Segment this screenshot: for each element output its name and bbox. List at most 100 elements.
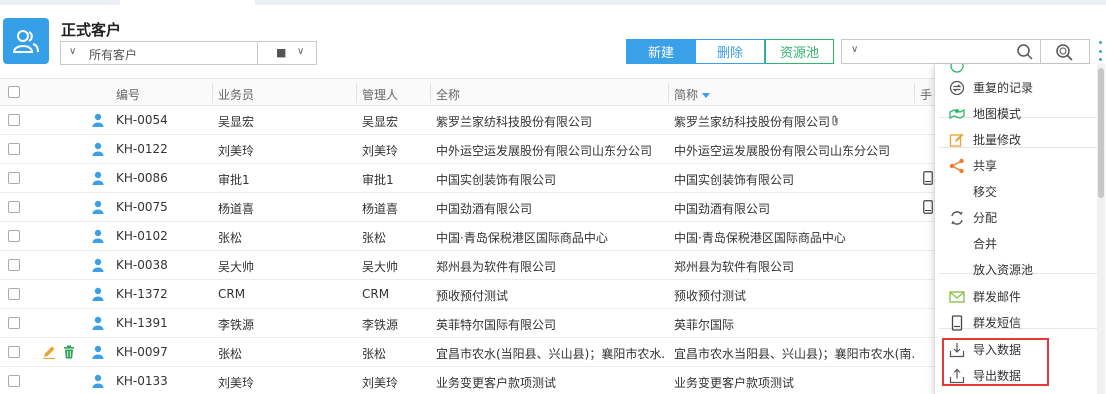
menu-item-label: 重复的记录 — [973, 81, 1034, 95]
action-buttons: 新建 删除 资源池 — [626, 39, 834, 64]
cell-code[interactable]: KH-1372 — [116, 287, 210, 301]
cell-code[interactable]: KH-0075 — [116, 200, 210, 214]
row-checkbox[interactable] — [8, 230, 20, 242]
cell-code[interactable]: KH-0102 — [116, 229, 210, 243]
import-export-highlight — [942, 338, 1049, 386]
column-header-salesperson[interactable]: 业务员 — [218, 86, 254, 103]
row-checkbox[interactable] — [8, 288, 20, 300]
cell-salesperson: 吴显宏 — [218, 115, 255, 129]
menu-item-assign[interactable]: 分配 — [935, 204, 1106, 230]
menu-item-share[interactable]: 共享 — [935, 152, 1106, 178]
select-all-checkbox[interactable] — [8, 86, 20, 98]
advanced-search-button[interactable] — [1041, 39, 1090, 64]
menu-item-label: 共享 — [973, 159, 998, 173]
menu-item-action-6[interactable]: 合并 — [935, 230, 1106, 256]
row-checkbox[interactable] — [8, 201, 20, 213]
search-input[interactable]: ∨ — [841, 39, 1041, 64]
resource-pool-button[interactable]: 资源池 — [765, 39, 834, 64]
menu-item-mail[interactable]: 群发邮件 — [935, 283, 1106, 309]
cell-manager: 刘美玲 — [362, 376, 399, 390]
cell-manager: 审批1 — [362, 173, 394, 187]
batch-edit-icon — [949, 132, 965, 148]
menu-item-label: 群发短信 — [973, 316, 1022, 330]
cell-salesperson: CRM — [218, 287, 246, 301]
cell-manager: 杨道喜 — [362, 202, 399, 216]
person-icon — [92, 142, 104, 159]
cell-code[interactable]: KH-0054 — [116, 113, 210, 127]
menu-item-action-4[interactable]: 移交 — [935, 178, 1106, 204]
row-checkbox[interactable] — [8, 375, 20, 387]
cell-code[interactable]: KH-0133 — [116, 374, 210, 388]
sms-icon — [949, 315, 965, 331]
row-checkbox[interactable] — [8, 114, 20, 126]
column-header-phone[interactable]: 手 — [920, 86, 932, 103]
attachment-icon[interactable] — [831, 115, 839, 129]
cell-manager: 刘美玲 — [362, 144, 399, 158]
chevron-down-icon: ∨ — [69, 46, 77, 57]
column-header-short-name[interactable]: 简称 — [674, 86, 711, 103]
cell-salesperson: 李铁源 — [218, 318, 255, 332]
cell-code[interactable]: KH-0097 — [116, 345, 210, 359]
duplicate-icon — [949, 80, 965, 96]
row-checkbox[interactable] — [8, 346, 20, 358]
cell-short-name: 中国实创装饰有限公司 — [674, 173, 795, 187]
phone-icon[interactable] — [923, 171, 933, 188]
cell-full-name: 中国·青岛保税港区国际商品中心 — [436, 231, 608, 245]
cell-short-name: 中国劲酒有限公司 — [674, 202, 771, 216]
menu-item-duplicate[interactable]: 重复的记录 — [935, 74, 1106, 100]
cell-manager: 吴大帅 — [362, 260, 399, 274]
row-checkbox[interactable] — [8, 172, 20, 184]
partial-icon — [949, 64, 965, 74]
cell-manager: 李铁源 — [362, 318, 399, 332]
advanced-search-icon — [1056, 43, 1073, 61]
cell-salesperson: 张松 — [218, 231, 243, 245]
scrollbar-thumb[interactable] — [1098, 68, 1104, 198]
cell-full-name: 郑州县为软件有限公司 — [436, 260, 557, 274]
cell-manager: 张松 — [362, 347, 387, 361]
new-button[interactable]: 新建 — [626, 39, 696, 64]
cell-manager: 吴显宏 — [362, 115, 399, 129]
menu-item-map[interactable]: 地图模式 — [935, 100, 1106, 126]
cell-full-name: 中国实创装饰有限公司 — [436, 173, 557, 187]
customer-filter-select[interactable]: ∨ 所有客户 ■ ∨ — [60, 41, 317, 65]
cell-code[interactable]: KH-1391 — [116, 316, 210, 330]
person-icon — [92, 374, 104, 391]
cell-salesperson: 吴大帅 — [218, 260, 255, 274]
delete-button[interactable]: 删除 — [696, 39, 765, 64]
scrollbar[interactable] — [1097, 64, 1105, 394]
person-icon — [92, 258, 104, 275]
cell-manager: CRM — [362, 287, 390, 301]
chevron-down-icon[interactable]: ∨ — [297, 46, 304, 57]
cell-short-name: 中外运空运发展股份有限公司山东分公司 — [674, 144, 891, 158]
cell-salesperson: 审批1 — [218, 173, 250, 187]
cell-salesperson: 刘美玲 — [218, 376, 255, 390]
cell-code[interactable]: KH-0038 — [116, 258, 210, 272]
edit-icon[interactable] — [42, 345, 56, 362]
more-menu-icon[interactable] — [1097, 41, 1103, 61]
menu-item-label: 放入资源池 — [973, 263, 1034, 277]
cell-code[interactable]: KH-0086 — [116, 171, 210, 185]
cell-full-name: 宜昌市农水(当阳县、兴山县)；襄阳市农水... — [436, 347, 666, 361]
column-header-manager[interactable]: 管理人 — [362, 86, 398, 103]
row-checkbox[interactable] — [8, 259, 20, 271]
column-header-code[interactable]: 编号 — [116, 86, 140, 103]
row-checkbox[interactable] — [8, 317, 20, 329]
cell-salesperson: 张松 — [218, 347, 243, 361]
cell-short-name: 英菲尔国际 — [674, 318, 735, 332]
share-icon — [949, 158, 965, 174]
users-icon — [12, 30, 39, 53]
delete-icon[interactable] — [63, 345, 75, 362]
cell-code[interactable]: KH-0122 — [116, 142, 210, 156]
filter-value: 所有客户 — [89, 48, 138, 62]
owner-filter-icon[interactable]: ■ — [276, 46, 286, 59]
column-header-full-name[interactable]: 全称 — [436, 86, 460, 103]
chevron-down-icon[interactable]: ∨ — [851, 44, 858, 55]
menu-item-sms[interactable]: 群发短信 — [935, 309, 1106, 335]
row-checkbox[interactable] — [8, 143, 20, 155]
menu-item-label: 批量修改 — [973, 133, 1022, 147]
sort-desc-icon[interactable] — [702, 93, 711, 98]
menu-item-action-7[interactable]: 放入资源池 — [935, 256, 1106, 282]
cell-short-name: 紫罗兰家纺科技股份有限公司 — [674, 113, 914, 130]
phone-icon[interactable] — [923, 200, 933, 217]
menu-item-batch-edit[interactable]: 批量修改 — [935, 126, 1106, 152]
